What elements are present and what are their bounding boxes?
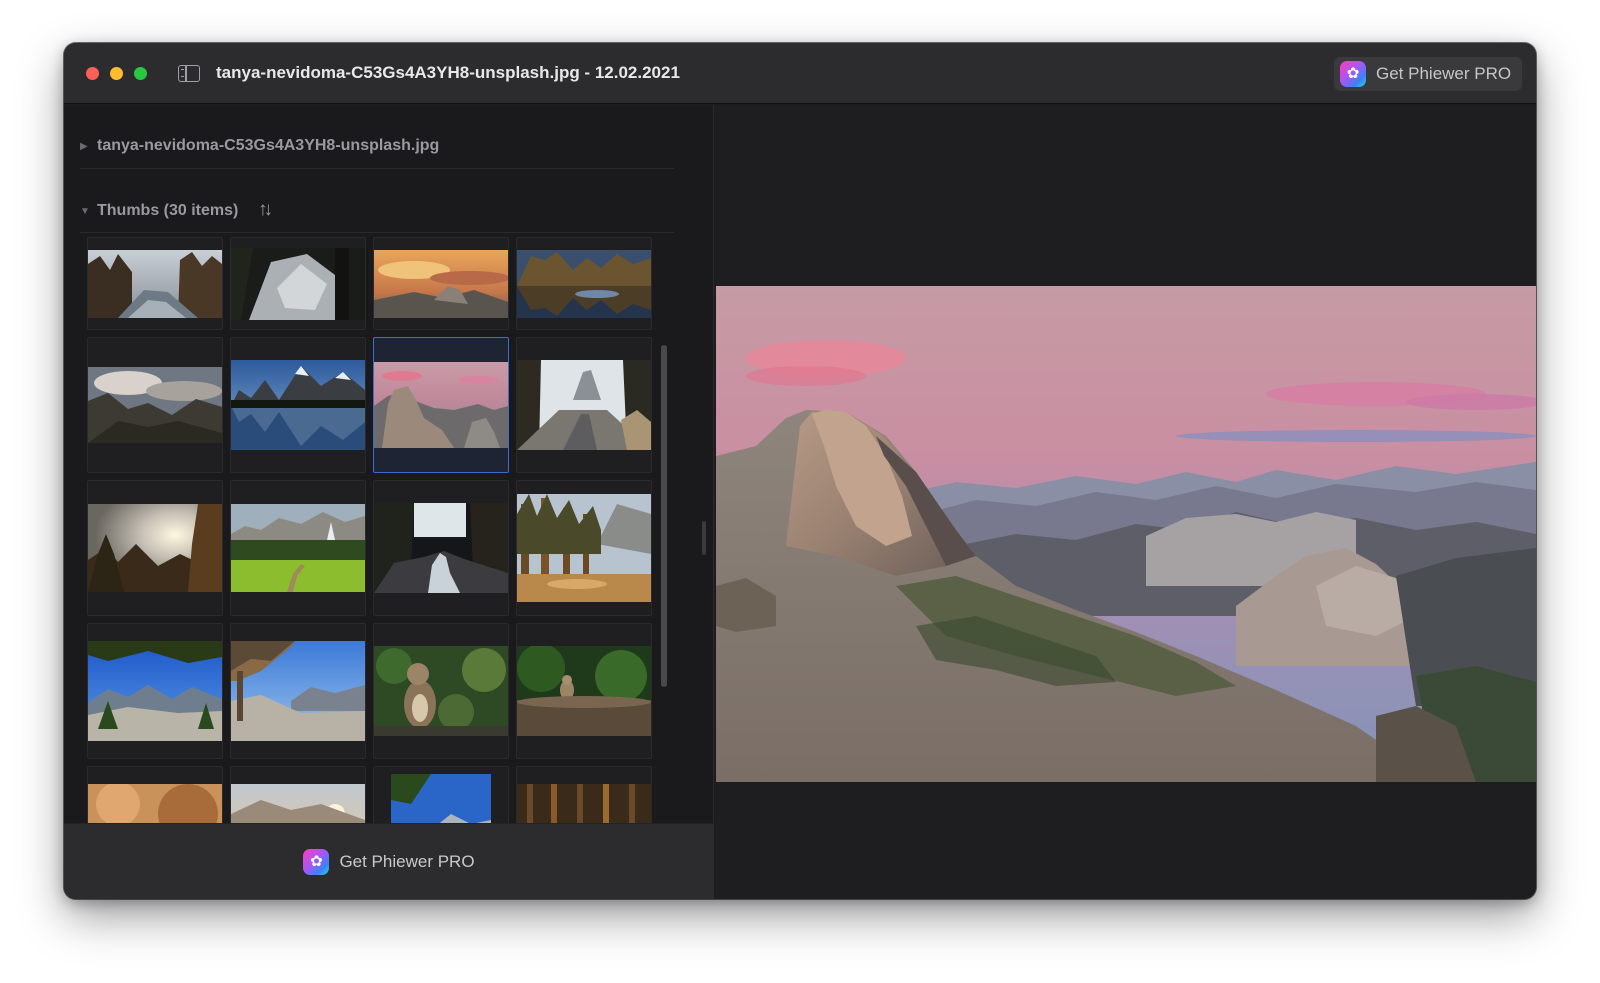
thumbs-disclosure-row[interactable]: ▼ Thumbs (30 items) ↑↓ xyxy=(80,199,674,233)
thumbnail-item[interactable] xyxy=(373,237,509,330)
thumbnail-item[interactable] xyxy=(373,766,509,823)
thumbnail-item[interactable] xyxy=(230,623,366,759)
thumbnail-item[interactable] xyxy=(373,623,509,759)
thumbnail-item[interactable] xyxy=(516,480,652,616)
thumbnail-image xyxy=(88,641,222,741)
thumbnail-image xyxy=(88,504,222,592)
thumbnail-item[interactable] xyxy=(87,480,223,616)
titlebar: tanya-nevidoma-C53Gs4A3YH8-unsplash.jpg … xyxy=(64,43,1536,104)
main-photo xyxy=(716,286,1536,782)
thumbnail-item[interactable] xyxy=(516,766,652,823)
thumbnail-image xyxy=(231,247,365,320)
thumbnail-scrollbar[interactable] xyxy=(661,345,667,687)
thumbnail-image xyxy=(374,646,508,736)
get-pro-footer-button[interactable]: Get Phiewer PRO xyxy=(64,823,714,899)
thumbnail-image xyxy=(231,641,365,741)
thumbnail-image xyxy=(374,249,508,318)
phiewer-app-icon xyxy=(303,848,330,875)
minimize-button[interactable] xyxy=(110,67,123,80)
app-window: tanya-nevidoma-C53Gs4A3YH8-unsplash.jpg … xyxy=(64,43,1536,899)
thumbnail-image xyxy=(231,504,365,592)
thumbnail-item[interactable] xyxy=(87,766,223,823)
zoom-button[interactable] xyxy=(134,67,147,80)
thumbnail-image xyxy=(517,494,651,602)
thumbnail-item[interactable] xyxy=(516,337,652,473)
get-pro-label: Get Phiewer PRO xyxy=(1376,64,1512,83)
sort-arrows-icon[interactable]: ↑↓ xyxy=(258,199,273,221)
get-pro-footer-label: Get Phiewer PRO xyxy=(339,851,475,871)
thumbnail-item[interactable] xyxy=(230,480,366,616)
thumbnail-item[interactable] xyxy=(516,623,652,759)
sidebar: ▶ tanya-nevidoma-C53Gs4A3YH8-unsplash.jp… xyxy=(64,105,714,899)
thumbnail-item[interactable] xyxy=(87,237,223,330)
thumbnail-image xyxy=(517,784,651,823)
disclosure-right-icon[interactable]: ▶ xyxy=(80,141,88,152)
window-title: tanya-nevidoma-C53Gs4A3YH8-unsplash.jpg … xyxy=(216,63,680,82)
thumbnail-item[interactable] xyxy=(230,237,366,330)
image-viewer xyxy=(715,105,1536,899)
disclosure-down-icon[interactable]: ▼ xyxy=(80,206,90,217)
thumbnail-image xyxy=(391,774,491,823)
file-name-label: tanya-nevidoma-C53Gs4A3YH8-unsplash.jpg xyxy=(97,137,440,154)
thumbnail-image xyxy=(231,784,365,823)
get-pro-button[interactable]: Get Phiewer PRO xyxy=(1334,57,1522,91)
thumbnail-grid xyxy=(87,237,657,823)
thumbnail-image xyxy=(374,362,508,448)
thumbnail-item[interactable] xyxy=(516,237,652,330)
thumbnail-image xyxy=(517,646,651,736)
file-disclosure-row[interactable]: ▶ tanya-nevidoma-C53Gs4A3YH8-unsplash.jp… xyxy=(80,135,674,169)
thumbnail-item-selected[interactable] xyxy=(373,337,509,473)
thumbnail-image xyxy=(88,249,222,318)
thumbnail-item[interactable] xyxy=(230,766,366,823)
thumbnail-image xyxy=(88,784,222,823)
thumbnail-item[interactable] xyxy=(373,480,509,616)
thumbs-count-label: Thumbs (30 items) xyxy=(97,202,239,219)
split-view-divider[interactable] xyxy=(702,521,706,555)
thumbnail-image xyxy=(517,360,651,450)
thumbnail-item[interactable] xyxy=(87,337,223,473)
thumbnail-item[interactable] xyxy=(230,337,366,473)
thumbnail-image xyxy=(88,367,222,443)
thumbnail-image xyxy=(231,360,365,450)
close-button[interactable] xyxy=(86,67,99,80)
thumbnail-item[interactable] xyxy=(87,623,223,759)
thumbnail-image xyxy=(517,249,651,318)
sidebar-toggle-icon[interactable] xyxy=(178,65,200,82)
phiewer-app-icon xyxy=(1340,61,1366,87)
thumbnail-image xyxy=(374,503,508,593)
